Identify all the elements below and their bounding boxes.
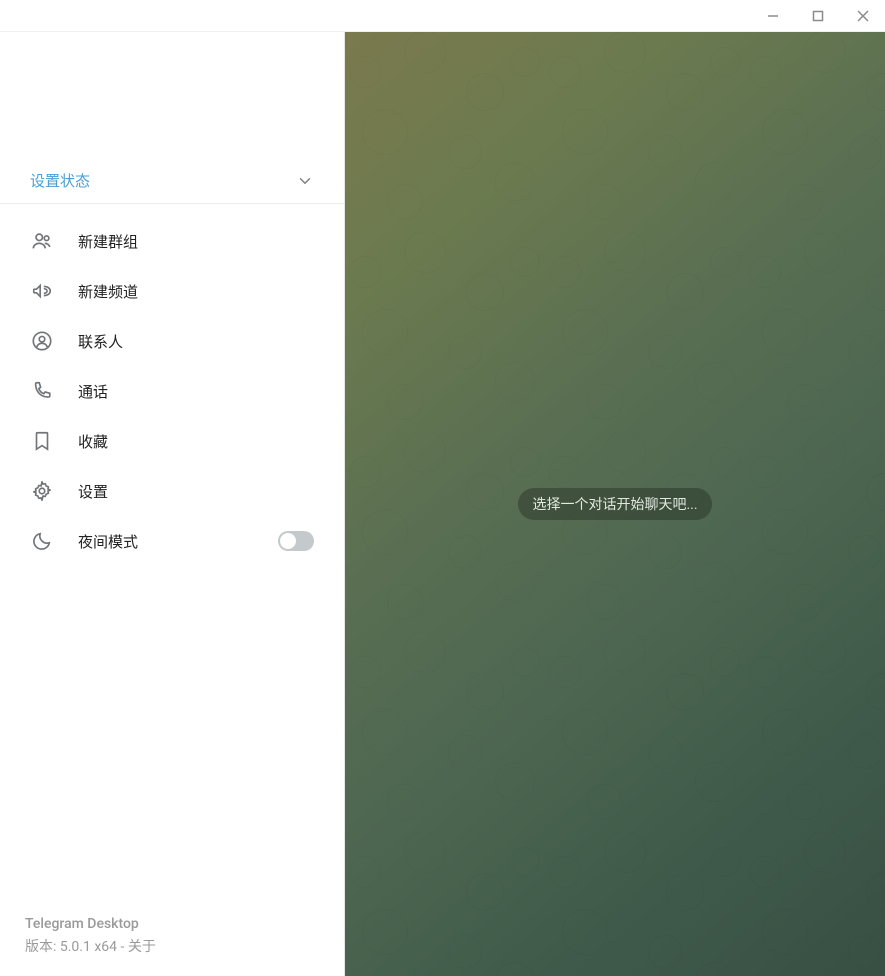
- menu-item-new-channel[interactable]: 新建频道: [0, 266, 344, 316]
- night-mode-toggle[interactable]: [278, 531, 314, 551]
- expand-button[interactable]: [296, 172, 314, 190]
- menu-item-night-mode[interactable]: 夜间模式: [0, 516, 344, 566]
- close-button[interactable]: [840, 0, 885, 32]
- minimize-icon: [767, 10, 779, 22]
- empty-chat-hint: 选择一个对话开始聊天吧...: [518, 488, 711, 520]
- group-icon: [30, 229, 54, 253]
- menu-label: 设置: [78, 481, 314, 502]
- maximize-icon: [812, 10, 824, 22]
- megaphone-icon: [30, 279, 54, 303]
- close-icon: [857, 10, 869, 22]
- about-link[interactable]: 关于: [128, 939, 156, 955]
- sidebar: 设置状态 新建群组 新建频道: [0, 32, 345, 976]
- titlebar: [0, 0, 885, 32]
- menu-label: 新建群组: [78, 231, 314, 252]
- menu-item-saved[interactable]: 收藏: [0, 416, 344, 466]
- app-name: Telegram Desktop: [25, 916, 319, 932]
- menu-item-calls[interactable]: 通话: [0, 366, 344, 416]
- menu-item-contacts[interactable]: 联系人: [0, 316, 344, 366]
- user-icon: [30, 329, 54, 353]
- version-line: 版本: 5.0.1 x64 - 关于: [25, 936, 319, 956]
- phone-icon: [30, 379, 54, 403]
- minimize-button[interactable]: [750, 0, 795, 32]
- sidebar-header: [0, 32, 344, 162]
- window-controls: [750, 0, 885, 32]
- version-separator: -: [117, 939, 128, 955]
- menu-label: 新建频道: [78, 281, 314, 302]
- menu-item-new-group[interactable]: 新建群组: [0, 216, 344, 266]
- menu-label: 夜间模式: [78, 531, 254, 552]
- menu-label: 通话: [78, 381, 314, 402]
- main-container: 设置状态 新建群组 新建频道: [0, 32, 885, 976]
- moon-icon: [30, 529, 54, 553]
- sidebar-spacer: [0, 566, 344, 901]
- menu-list: 新建群组 新建频道 联系人 通话: [0, 204, 344, 566]
- version-prefix: 版本:: [25, 939, 60, 955]
- bookmark-icon: [30, 429, 54, 453]
- chat-area: 选择一个对话开始聊天吧...: [345, 32, 885, 976]
- menu-label: 收藏: [78, 431, 314, 452]
- gear-icon: [30, 479, 54, 503]
- set-status-link[interactable]: 设置状态: [30, 170, 90, 191]
- version-text: 5.0.1 x64: [60, 939, 117, 955]
- menu-label: 联系人: [78, 331, 314, 352]
- chevron-down-icon: [296, 172, 314, 190]
- menu-item-settings[interactable]: 设置: [0, 466, 344, 516]
- maximize-button[interactable]: [795, 0, 840, 32]
- status-row: 设置状态: [0, 162, 344, 204]
- sidebar-footer: Telegram Desktop 版本: 5.0.1 x64 - 关于: [0, 901, 344, 976]
